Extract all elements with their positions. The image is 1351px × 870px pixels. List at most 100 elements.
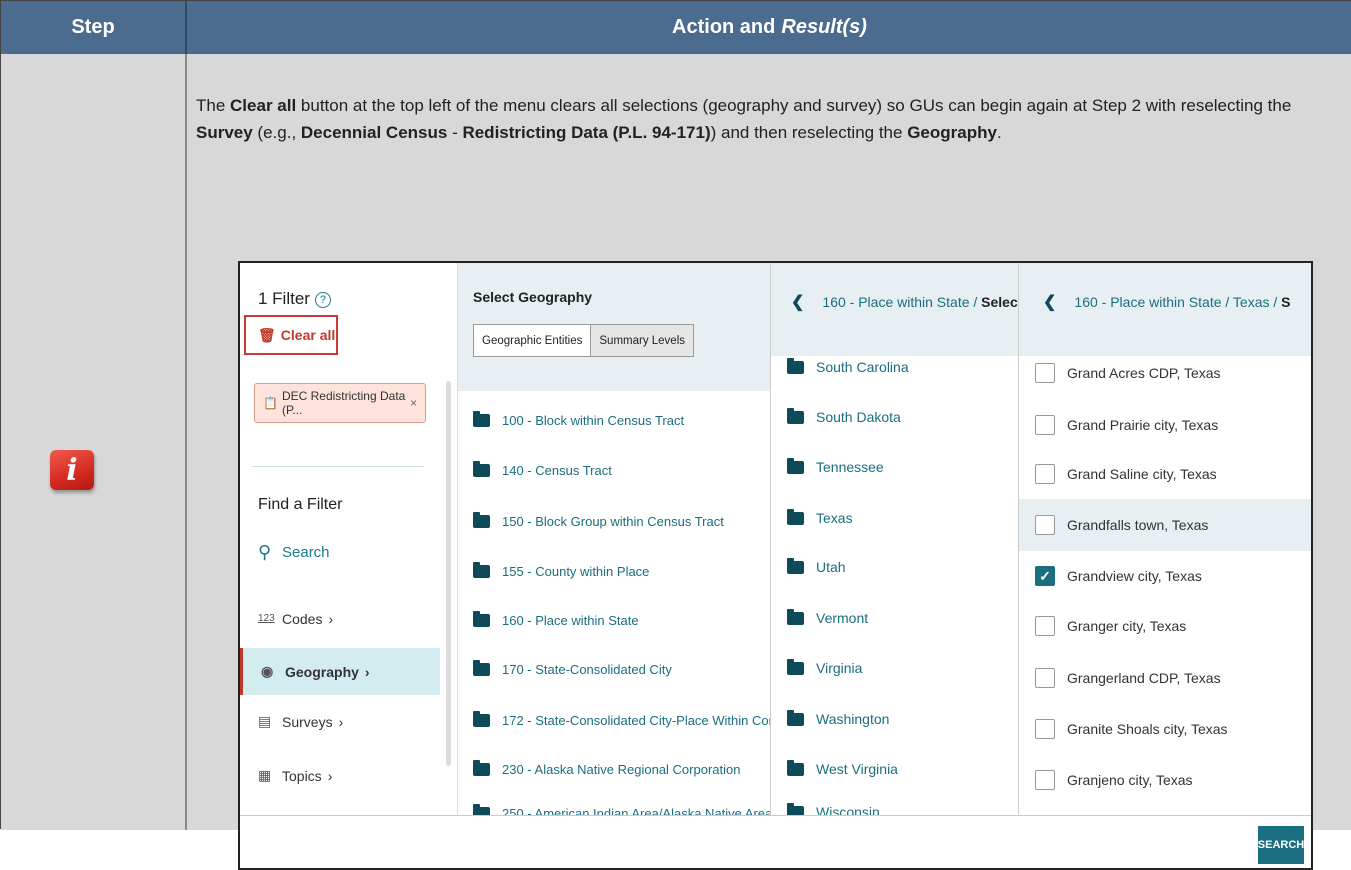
list-item[interactable]: Tennessee bbox=[787, 457, 884, 475]
list-item[interactable]: 150 - Block Group within Census Tract bbox=[473, 512, 724, 529]
list-item-label: 170 - State-Consolidated City bbox=[502, 662, 672, 677]
checkbox[interactable] bbox=[1035, 363, 1055, 383]
breadcrumb-current: S bbox=[1281, 294, 1291, 310]
para-text: ) and then reselecting the bbox=[710, 123, 908, 142]
list-item-label: 140 - Census Tract bbox=[502, 463, 612, 478]
breadcrumb: ❮ 160 - Place within State / Selec bbox=[791, 292, 1018, 312]
header-action: Action and Result(s) bbox=[187, 1, 1351, 54]
folder-icon bbox=[787, 608, 804, 625]
book-icon: ▦ bbox=[258, 767, 272, 783]
list-item-label: South Carolina bbox=[816, 359, 909, 375]
para-bold: Decennial Census bbox=[300, 123, 448, 142]
checkbox-checked[interactable]: ✓ bbox=[1035, 566, 1055, 586]
para-bold: Survey bbox=[196, 123, 253, 142]
list-item[interactable]: 140 - Census Tract bbox=[473, 461, 612, 478]
place-panel-header: ❮ 160 - Place within State / Texas / S bbox=[1019, 263, 1311, 356]
nav-item-search[interactable]: ⚲ Search bbox=[240, 529, 440, 576]
place-row[interactable]: Grandfalls town, Texas bbox=[1019, 499, 1311, 551]
place-row[interactable]: Granger city, Texas bbox=[1019, 600, 1311, 652]
folder-icon bbox=[787, 709, 804, 726]
nav-item-surveys[interactable]: ▤ Surveys › bbox=[240, 698, 440, 745]
list-item[interactable]: Vermont bbox=[787, 608, 868, 626]
list-item-label: 150 - Block Group within Census Tract bbox=[502, 514, 724, 529]
checkbox[interactable] bbox=[1035, 515, 1055, 535]
place-row[interactable]: Grand Acres CDP, Texas bbox=[1019, 347, 1311, 399]
nav-item-geography[interactable]: ◉ Geography › bbox=[240, 648, 440, 695]
clear-all-button[interactable]: 🗑 Clear all bbox=[244, 315, 338, 355]
list-item[interactable]: South Carolina bbox=[787, 357, 909, 375]
breadcrumb-text: 160 - Place within State / bbox=[822, 294, 982, 310]
list-item-label: 155 - County within Place bbox=[502, 564, 650, 579]
list-item-label: Utah bbox=[816, 559, 846, 575]
place-row[interactable]: Grangerland CDP, Texas bbox=[1019, 652, 1311, 704]
state-panel-header: ❮ 160 - Place within State / Selec bbox=[771, 263, 1018, 356]
help-icon[interactable]: ? bbox=[314, 291, 331, 308]
filter-chip[interactable]: 📋 DEC Redistricting Data (P... × bbox=[254, 383, 426, 423]
list-item-label: Virginia bbox=[816, 660, 863, 676]
list-item[interactable]: Wisconsin bbox=[787, 802, 880, 815]
folder-icon bbox=[473, 760, 490, 776]
folder-icon bbox=[473, 611, 490, 627]
back-chevron-icon[interactable]: ❮ bbox=[1043, 294, 1056, 311]
place-row[interactable]: ✓ Grandview city, Texas bbox=[1019, 550, 1311, 602]
search-button[interactable]: SEARCH bbox=[1258, 826, 1304, 864]
chevron-right-icon: › bbox=[327, 767, 333, 784]
list-item-label: South Dakota bbox=[816, 409, 901, 425]
checkbox[interactable] bbox=[1035, 719, 1055, 739]
place-label: Grand Acres CDP, Texas bbox=[1067, 365, 1221, 381]
folder-icon bbox=[787, 357, 804, 374]
list-item-label: 160 - Place within State bbox=[502, 613, 639, 628]
header-action-label: Action and bbox=[672, 16, 776, 38]
place-panel: ❮ 160 - Place within State / Texas / S Gr… bbox=[1018, 263, 1311, 815]
list-item[interactable]: 170 - State-Consolidated City bbox=[473, 660, 672, 677]
find-filter-title: Find a Filter bbox=[258, 496, 343, 513]
chip-label: DEC Redistricting Data (P... bbox=[281, 389, 406, 417]
folder-icon bbox=[787, 658, 804, 675]
nav-item-codes[interactable]: 123 Codes › bbox=[240, 595, 440, 642]
tab-geographic-entities[interactable]: Geographic Entities bbox=[474, 325, 592, 356]
folder-icon bbox=[473, 660, 490, 676]
checkbox[interactable] bbox=[1035, 668, 1055, 688]
folder-icon bbox=[473, 711, 490, 727]
tab-summary-levels[interactable]: Summary Levels bbox=[591, 325, 694, 356]
scrollbar[interactable] bbox=[446, 381, 451, 766]
checkbox[interactable] bbox=[1035, 770, 1055, 790]
checkbox[interactable] bbox=[1035, 415, 1055, 435]
chevron-right-icon: › bbox=[328, 610, 334, 627]
place-row[interactable]: Grand Saline city, Texas bbox=[1019, 448, 1311, 500]
folder-icon bbox=[787, 407, 804, 424]
checkbox[interactable] bbox=[1035, 464, 1055, 484]
geography-tabs: Geographic Entities Summary Levels bbox=[473, 324, 695, 357]
list-item[interactable]: Virginia bbox=[787, 658, 863, 676]
codes-icon: 123 bbox=[258, 613, 275, 624]
list-item[interactable]: Texas bbox=[787, 508, 853, 526]
nav-label: Geography bbox=[285, 663, 359, 680]
place-label: Granite Shoals city, Texas bbox=[1067, 721, 1228, 737]
list-item[interactable]: 160 - Place within State bbox=[473, 611, 639, 628]
list-item[interactable]: West Virginia bbox=[787, 759, 898, 777]
list-item[interactable]: 172 - State-Consolidated City-Place With… bbox=[473, 711, 793, 728]
place-row[interactable]: Grand Prairie city, Texas bbox=[1019, 399, 1311, 451]
geography-panel-title: Select Geography bbox=[473, 289, 593, 305]
nav-item-topics[interactable]: ▦ Topics › bbox=[240, 752, 440, 799]
place-label: Granjeno city, Texas bbox=[1067, 772, 1193, 788]
folder-icon bbox=[473, 512, 490, 528]
place-row[interactable]: Granite Shoals city, Texas bbox=[1019, 703, 1311, 755]
checkbox[interactable] bbox=[1035, 616, 1055, 636]
instruction-table: Step Action and Result(s) i The Clear al… bbox=[0, 0, 1351, 870]
list-item[interactable]: Washington bbox=[787, 709, 889, 727]
place-label: Grangerland CDP, Texas bbox=[1067, 670, 1221, 686]
list-item[interactable]: Utah bbox=[787, 557, 846, 575]
list-item[interactable]: 100 - Block within Census Tract bbox=[473, 411, 684, 428]
back-chevron-icon[interactable]: ❮ bbox=[791, 294, 804, 311]
list-item-label: 172 - State-Consolidated City-Place With… bbox=[502, 713, 793, 728]
para-text: . bbox=[996, 123, 1002, 142]
place-row[interactable]: Granjeno city, Texas bbox=[1019, 754, 1311, 806]
list-item[interactable]: South Dakota bbox=[787, 407, 901, 425]
clipboard-icon: ▤ bbox=[258, 713, 272, 729]
instruction-paragraph: The Clear all button at the top left of … bbox=[196, 92, 1336, 146]
list-item[interactable]: 230 - Alaska Native Regional Corporation bbox=[473, 760, 740, 777]
list-item[interactable]: 155 - County within Place bbox=[473, 562, 650, 579]
close-icon[interactable]: × bbox=[410, 396, 417, 410]
folder-icon bbox=[473, 562, 490, 578]
